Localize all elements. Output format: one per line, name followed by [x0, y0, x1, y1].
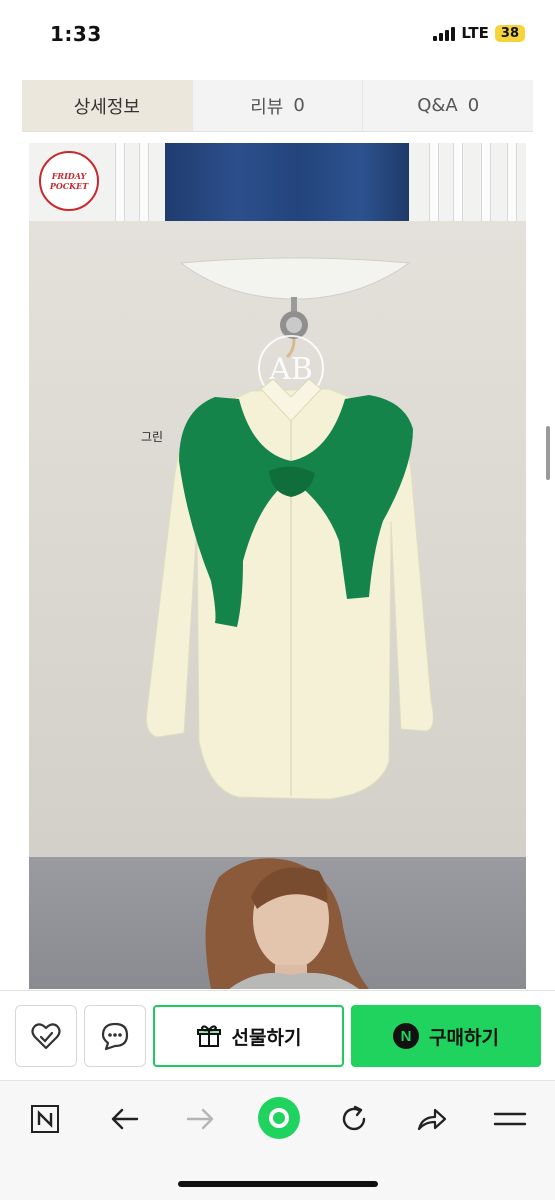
share-button[interactable] — [410, 1099, 454, 1139]
chat-icon — [101, 1022, 129, 1051]
tab-review[interactable]: 리뷰 0 — [193, 80, 364, 131]
product-detail-content: FRIDAY POCKET AB 그린 — [29, 143, 526, 989]
product-photo-jeans: FRIDAY POCKET — [29, 143, 526, 221]
tab-detail-label: 상세정보 — [73, 96, 140, 118]
gift-label: 선물하기 — [231, 1026, 302, 1049]
tab-review-label: 리뷰 — [250, 96, 284, 118]
model-illustration — [205, 858, 369, 989]
badge-line-2: POCKET — [49, 181, 89, 191]
purchase-bar: 선물하기 N 구매하기 — [0, 990, 555, 1080]
home-indicator[interactable] — [178, 1181, 378, 1187]
green-dot-button[interactable] — [256, 1095, 302, 1141]
tab-detail[interactable]: 상세정보 — [22, 80, 193, 131]
product-photo-shirt: AB 그린 — [29, 221, 526, 857]
buy-button[interactable]: N 구매하기 — [351, 1005, 541, 1067]
product-photo-model — [29, 857, 526, 989]
menu-icon — [493, 1112, 527, 1126]
brand-badge-logo: FRIDAY POCKET — [39, 151, 99, 211]
naver-home-button[interactable] — [23, 1099, 67, 1139]
refresh-icon — [342, 1105, 366, 1131]
battery-icon: 38 — [494, 24, 525, 42]
forward-arrow-icon — [186, 1108, 214, 1130]
tab-qna-label: Q&A — [417, 95, 458, 116]
wishlist-button[interactable] — [15, 1005, 77, 1067]
naver-pay-icon: N — [393, 1023, 420, 1049]
back-arrow-icon — [111, 1108, 139, 1130]
color-label: 그린 — [141, 430, 163, 444]
signal-icon — [433, 25, 456, 41]
gift-icon — [196, 1025, 221, 1047]
scroll-indicator[interactable] — [546, 426, 550, 480]
tab-qna-count: 0 — [467, 95, 480, 116]
tab-qna[interactable]: Q&A 0 — [363, 80, 533, 131]
refresh-button[interactable] — [332, 1099, 376, 1139]
tab-review-count: 0 — [293, 95, 305, 116]
green-dot-icon — [258, 1097, 300, 1139]
share-icon — [417, 1108, 447, 1131]
status-bar: 1:33 LTE 38 — [0, 0, 555, 72]
badge-line-1: FRIDAY — [51, 171, 87, 181]
back-button[interactable] — [102, 1099, 146, 1139]
naver-home-icon — [31, 1105, 59, 1133]
buy-label: 구매하기 — [429, 1026, 499, 1049]
network-type: LTE — [461, 24, 489, 42]
gift-button[interactable]: 선물하기 — [153, 1005, 344, 1067]
menu-button[interactable] — [488, 1099, 532, 1139]
shirt-illustration: AB 그린 — [141, 257, 434, 800]
heart-check-icon — [31, 1023, 61, 1050]
status-indicators: LTE 38 — [433, 24, 525, 42]
detail-tabs: 상세정보 리뷰 0 Q&A 0 — [22, 80, 533, 132]
chat-button[interactable] — [84, 1005, 146, 1067]
status-time: 1:33 — [50, 22, 102, 46]
forward-button[interactable] — [179, 1099, 223, 1139]
